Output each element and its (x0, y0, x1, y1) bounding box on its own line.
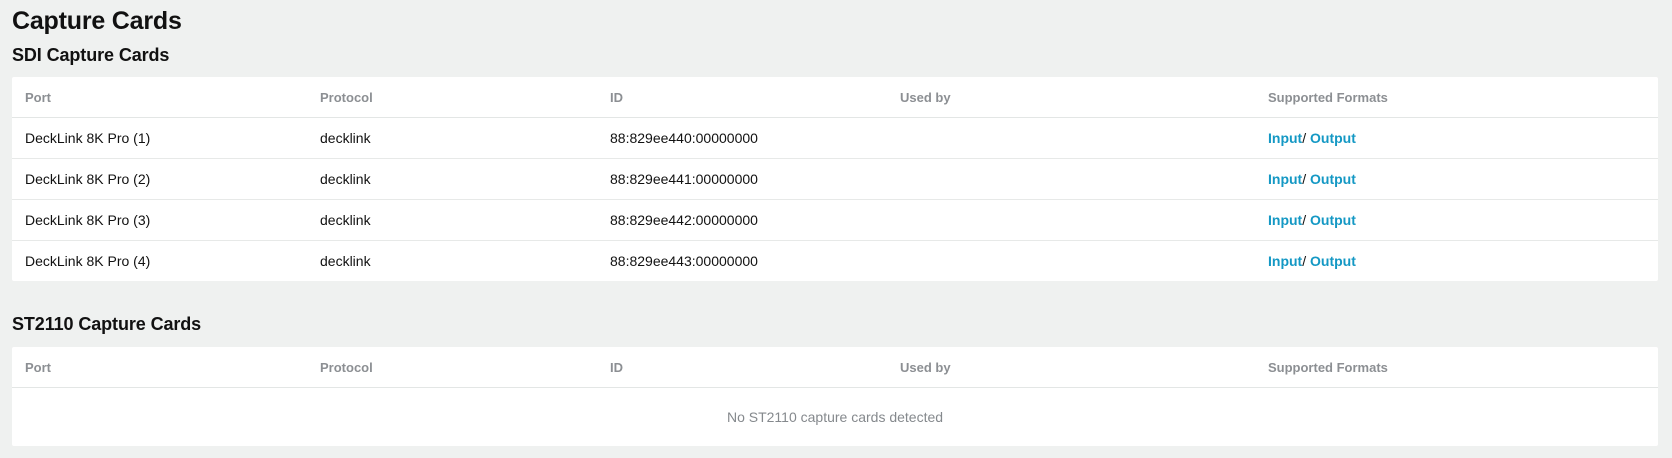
id-cell: 88:829ee440:00000000 (610, 117, 900, 159)
protocol-cell: decklink (320, 253, 371, 269)
st2110-capture-cards-table-card: Port Protocol ID Used by Supported Forma… (12, 347, 1658, 446)
supported-formats-cell: Input/ Output (1268, 241, 1658, 282)
protocol-cell: decklink (320, 158, 610, 200)
sdi-column-port: Port (12, 77, 320, 118)
capture-cards-page: Capture Cards SDI Capture Cards Port Pro… (0, 0, 1672, 458)
input-format-link[interactable]: Input (1268, 130, 1302, 146)
st2110-capture-cards-table: Port Protocol ID Used by Supported Forma… (12, 347, 1658, 446)
sdi-column-id: ID (610, 77, 900, 118)
format-separator: / (1302, 171, 1310, 187)
sdi-column-supported-formats: Supported Formats (1268, 77, 1658, 118)
table-row: DeckLink 8K Pro (2) decklink 88:829ee441… (12, 158, 1658, 200)
page-title: Capture Cards (12, 7, 182, 35)
port-cell: DeckLink 8K Pro (1) (12, 117, 320, 159)
used-by-cell (900, 199, 1268, 241)
st2110-table-header-row: Port Protocol ID Used by Supported Forma… (12, 347, 1658, 388)
used-by-cell (900, 158, 1268, 200)
format-separator: / (1302, 130, 1310, 146)
table-row: DeckLink 8K Pro (1) decklink 88:829ee440… (12, 117, 1658, 159)
sdi-table-header-row: Port Protocol ID Used by Supported Forma… (12, 77, 1658, 118)
format-separator: / (1302, 212, 1310, 228)
port-cell: DeckLink 8K Pro (3) (12, 199, 320, 241)
id-cell: 88:829ee443:00000000 (610, 253, 758, 269)
st2110-column-port: Port (12, 347, 320, 388)
port-cell: DeckLink 8K Pro (4) (25, 253, 151, 269)
output-format-link[interactable]: Output (1310, 212, 1356, 228)
output-format-link[interactable]: Output (1310, 171, 1356, 187)
st2110-column-supported-formats: Supported Formats (1268, 347, 1658, 388)
sdi-section-title: SDI Capture Cards (12, 45, 170, 65)
empty-state-row: No ST2110 capture cards detected (12, 388, 1658, 447)
port-cell: DeckLink 8K Pro (2) (12, 158, 320, 200)
protocol-cell: decklink (320, 199, 610, 241)
input-format-link[interactable]: Input (1268, 212, 1302, 228)
output-format-link[interactable]: Output (1310, 130, 1356, 146)
supported-formats-cell: Input/ Output (1268, 117, 1658, 159)
st2110-section-title: ST2110 Capture Cards (12, 314, 202, 334)
sdi-column-used-by: Used by (900, 77, 1268, 118)
table-row: DeckLink 8K Pro (3) decklink 88:829ee442… (12, 199, 1658, 241)
sdi-capture-cards-table: Port Protocol ID Used by Supported Forma… (12, 77, 1658, 281)
input-format-link[interactable]: Input (1268, 171, 1302, 187)
input-format-link[interactable]: Input (1268, 253, 1302, 269)
no-st2110-cards-message: No ST2110 capture cards detected (726, 409, 944, 425)
sdi-capture-cards-table-card: Port Protocol ID Used by Supported Forma… (12, 77, 1658, 281)
id-cell: 88:829ee442:00000000 (610, 199, 900, 241)
used-by-cell (900, 241, 1268, 282)
format-separator: / (1302, 253, 1310, 269)
sdi-column-protocol: Protocol (320, 77, 610, 118)
protocol-cell: decklink (320, 117, 610, 159)
st2110-column-used-by: Used by (900, 347, 1268, 388)
st2110-column-protocol: Protocol (320, 347, 610, 388)
id-cell: 88:829ee441:00000000 (610, 158, 900, 200)
table-row: DeckLink 8K Pro (4) decklink 88:829ee443… (12, 241, 1658, 282)
supported-formats-cell: Input/ Output (1268, 199, 1658, 241)
used-by-cell (900, 117, 1268, 159)
st2110-column-id: ID (610, 347, 900, 388)
output-format-link[interactable]: Output (1310, 253, 1356, 269)
supported-formats-cell: Input/ Output (1268, 158, 1658, 200)
